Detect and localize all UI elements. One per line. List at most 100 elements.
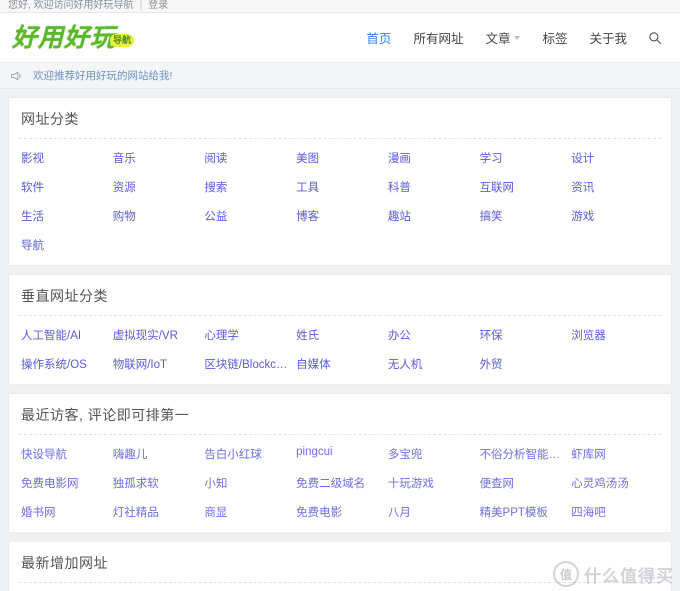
- category-link[interactable]: 游戏: [569, 201, 661, 230]
- category-link[interactable]: 工具: [294, 172, 386, 201]
- recent-visitor-link[interactable]: 独孤求软: [111, 468, 203, 497]
- recent-visitor-link[interactable]: 嗨趣儿: [111, 439, 203, 468]
- latest-site-item[interactable]: 搜歌网: [478, 587, 570, 591]
- recent-visitor-link[interactable]: 婚书网: [19, 497, 111, 526]
- topbar-separator: |: [139, 0, 143, 11]
- category-link[interactable]: 搞笑: [478, 201, 570, 230]
- nav-label-all-sites: 所有网址: [413, 32, 464, 46]
- category-link[interactable]: 搜索: [202, 172, 294, 201]
- nav-label-home: 首页: [366, 32, 392, 46]
- vertical-category-link[interactable]: 区块链/Blockchain: [202, 349, 294, 378]
- recent-visitor-link[interactable]: 四海吧: [569, 497, 661, 526]
- nav-item-articles[interactable]: 文章: [474, 28, 531, 47]
- content-wrap: 网址分类 影视 音乐 阅读 美图 漫画 学习 设计软件 资源 搜索 工具 科普 互联网 资讯生活 购物 公益…: [0, 89, 680, 591]
- notice-bar: 欢迎推荐好用好玩的网站给我!: [0, 63, 680, 89]
- search-button[interactable]: [638, 31, 666, 45]
- category-link[interactable]: 美图: [294, 143, 386, 172]
- recent-visitor-link[interactable]: 心灵鸡汤汤: [569, 468, 661, 497]
- categories-title: 网址分类: [19, 98, 661, 139]
- vertical-category-link[interactable]: 姓氏: [294, 320, 386, 349]
- vertical-category-link[interactable]: 外贸: [478, 349, 570, 378]
- notice-text: 欢迎推荐好用好玩的网站给我!: [33, 70, 173, 82]
- recent-visitor-link[interactable]: 免费二级域名: [294, 468, 386, 497]
- category-link[interactable]: 导航: [19, 230, 111, 259]
- category-link[interactable]: 设计: [569, 143, 661, 172]
- vertical-category-link[interactable]: 虚拟现实/VR: [111, 320, 203, 349]
- login-link[interactable]: 登录: [148, 0, 168, 12]
- recent-visitor-link[interactable]: 快设导航: [19, 439, 111, 468]
- search-icon: [649, 31, 661, 44]
- vertical-categories-grid: 人工智能/AI 虚拟现实/VR 心理学 姓氏 办公 环保 浏览器操作系统/OS 物联网/IoT…: [19, 316, 661, 378]
- category-link[interactable]: 生活: [19, 201, 111, 230]
- category-link[interactable]: 科普: [386, 172, 478, 201]
- nav-item-all-sites[interactable]: 所有网址: [402, 28, 474, 47]
- recent-visitor-link[interactable]: 灯社精品: [111, 497, 203, 526]
- site-logo[interactable]: 好用好玩 导航: [12, 23, 135, 52]
- recent-visitor-link[interactable]: 精美PPT模板: [478, 497, 570, 526]
- main-nav: 首页 所有网址 文章 标签 关于我: [355, 28, 666, 47]
- categories-grid: 影视 音乐 阅读 美图 漫画 学习 设计软件 资源 搜索 工具 科普 互联网 资讯生活 购物 公益 博客 趣站搞…: [19, 139, 661, 259]
- vertical-category-link[interactable]: 自媒体: [294, 349, 386, 378]
- megaphone-icon: [10, 70, 23, 82]
- recent-visitors-title: 最近访客, 评论即可排第一: [19, 394, 661, 435]
- logo-badge: 导航: [110, 34, 135, 47]
- recent-visitor-link[interactable]: 八月: [386, 497, 478, 526]
- category-link[interactable]: 软件: [19, 172, 111, 201]
- category-link[interactable]: 互联网: [478, 172, 570, 201]
- latest-site-item[interactable]: 冬樱之焰: [202, 587, 294, 591]
- recent-visitor-link[interactable]: 多宝兜: [386, 439, 478, 468]
- nav-item-tags[interactable]: 标签: [531, 28, 578, 47]
- vertical-category-link[interactable]: 操作系统/OS: [19, 349, 111, 378]
- latest-sites-title: 最新增加网址: [19, 542, 661, 583]
- recent-visitor-link[interactable]: 免费电影: [294, 497, 386, 526]
- card-vertical-categories: 垂直网址分类 人工智能/AI 虚拟现实/VR 心理学 姓氏 办公 环保 浏览器操作系统/OS…: [8, 274, 672, 385]
- category-link[interactable]: 博客: [294, 201, 386, 230]
- category-link[interactable]: 购物: [111, 201, 203, 230]
- card-categories: 网址分类 影视 音乐 阅读 美图 漫画 学习 设计软件 资源 搜索 工具 科普 互联网 资讯生活 购物 公益…: [8, 97, 672, 266]
- chevron-down-icon: [514, 35, 521, 40]
- recent-visitor-link[interactable]: 不俗分析智能导购: [478, 439, 570, 468]
- nav-label-articles: 文章: [485, 32, 511, 46]
- recent-visitor-link[interactable]: 小知: [202, 468, 294, 497]
- greeting-text: 您好, 欢迎访问好用好玩导航: [8, 0, 134, 11]
- category-link[interactable]: 音乐: [111, 143, 203, 172]
- recent-visitor-link[interactable]: 便查网: [478, 468, 570, 497]
- logo-text: 好用好玩: [12, 23, 117, 52]
- category-link[interactable]: 阅读: [202, 143, 294, 172]
- card-latest-sites: 最新增加网址 大佬分享一个开始冬樱之焰唐霜的博客百度飞桨搜歌网Rockjins …: [8, 541, 672, 591]
- category-link[interactable]: 资讯: [569, 172, 661, 201]
- latest-site-item[interactable]: Rockjins Blog: [569, 587, 661, 591]
- recent-visitor-link[interactable]: 十玩游戏: [386, 468, 478, 497]
- category-link[interactable]: 公益: [202, 201, 294, 230]
- latest-site-item[interactable]: 唐霜的博客: [294, 587, 386, 591]
- nav-label-tags: 标签: [542, 32, 568, 46]
- vertical-category-link[interactable]: 心理学: [202, 320, 294, 349]
- recent-visitor-link[interactable]: 虾库网: [569, 439, 661, 468]
- card-recent-visitors: 最近访客, 评论即可排第一 快设导航 嗨趣儿 告白小红球 pingcui 多宝兜 不俗分析…: [8, 393, 672, 533]
- category-link[interactable]: 学习: [478, 143, 570, 172]
- vertical-category-link[interactable]: 办公: [386, 320, 478, 349]
- category-link[interactable]: 趣站: [386, 201, 478, 230]
- latest-site-item[interactable]: 百度飞桨: [386, 587, 478, 591]
- latest-sites-grid: 大佬分享一个开始冬樱之焰唐霜的博客百度飞桨搜歌网Rockjins Blog海阔天…: [19, 583, 661, 591]
- vertical-categories-title: 垂直网址分类: [19, 275, 661, 316]
- page-root: 您好, 欢迎访问好用好玩导航 | 登录 好用好玩 导航 首页 所有网址 文章 标…: [0, 0, 680, 591]
- nav-item-home[interactable]: 首页: [355, 28, 402, 47]
- category-link[interactable]: 漫画: [386, 143, 478, 172]
- vertical-category-link[interactable]: 物联网/IoT: [111, 349, 203, 378]
- recent-visitor-link[interactable]: 免费电影网: [19, 468, 111, 497]
- vertical-category-link[interactable]: 无人机: [386, 349, 478, 378]
- vertical-category-link[interactable]: 人工智能/AI: [19, 320, 111, 349]
- nav-label-about: 关于我: [589, 32, 627, 46]
- nav-item-about[interactable]: 关于我: [578, 28, 638, 47]
- latest-site-item[interactable]: 大佬分享: [19, 587, 111, 591]
- recent-visitor-link[interactable]: 商显: [202, 497, 294, 526]
- vertical-category-link[interactable]: 环保: [478, 320, 570, 349]
- latest-site-item[interactable]: 一个开始: [111, 587, 203, 591]
- recent-visitor-link[interactable]: pingcui: [294, 439, 386, 468]
- vertical-category-link[interactable]: 浏览器: [569, 320, 661, 349]
- category-link[interactable]: 资源: [111, 172, 203, 201]
- recent-visitor-link[interactable]: 告白小红球: [202, 439, 294, 468]
- site-header: 好用好玩 导航 首页 所有网址 文章 标签 关于我: [0, 13, 680, 63]
- category-link[interactable]: 影视: [19, 143, 111, 172]
